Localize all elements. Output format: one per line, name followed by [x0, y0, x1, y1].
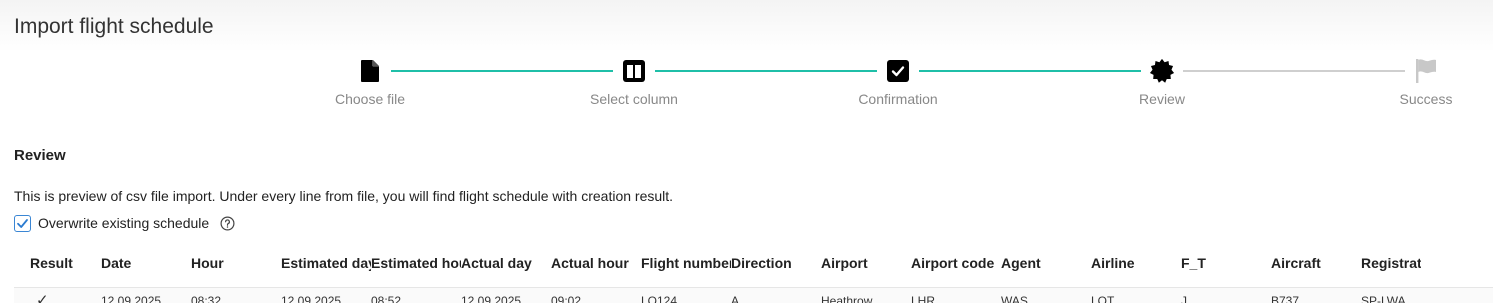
review-description: This is preview of csv file import. Unde… — [14, 188, 674, 204]
flag-icon — [1413, 58, 1439, 84]
table-cell: LO124 — [641, 294, 678, 303]
table-row[interactable]: ✓ 12.09.2025 08:32 12.09.2025 08:52 12.0… — [14, 287, 1493, 303]
table-cell: B737 — [1271, 294, 1300, 303]
check-square-icon — [885, 58, 911, 84]
column-header[interactable]: Agent — [1001, 255, 1091, 271]
step-label: Choose file — [334, 91, 406, 107]
table-cell: 08:32 — [191, 294, 222, 303]
checkmark-icon — [17, 218, 28, 228]
badge-icon — [1149, 58, 1175, 84]
table-cell: Heathrow — [821, 294, 873, 303]
column-header[interactable]: Date — [101, 255, 191, 271]
column-header[interactable]: Airport — [821, 255, 911, 271]
step-success: Success — [1356, 56, 1493, 107]
column-header[interactable]: Actual hour — [551, 255, 641, 271]
overwrite-checkbox[interactable] — [14, 214, 31, 232]
column-header[interactable]: Result — [14, 255, 101, 271]
step-label: Confirmation — [858, 91, 938, 107]
result-cell: ✓ — [36, 294, 49, 303]
column-header[interactable]: Airline — [1091, 255, 1181, 271]
table-cell: LHR — [911, 294, 936, 303]
step-select-column: Select column — [564, 56, 704, 107]
column-header[interactable]: Registration — [1361, 255, 1421, 271]
file-icon — [357, 58, 383, 84]
overwrite-existing-schedule[interactable]: Overwrite existing schedule — [14, 214, 235, 232]
columns-icon — [621, 58, 647, 84]
table-cell: LOT — [1091, 294, 1115, 303]
import-stepper: Choose file Select column Confirmation R… — [0, 56, 1493, 116]
column-header[interactable]: Estimated day — [281, 255, 371, 271]
step-choose-file: Choose file — [300, 56, 440, 107]
column-header[interactable]: Airport code — [911, 255, 1001, 271]
step-label: Select column — [590, 91, 678, 107]
overwrite-label: Overwrite existing schedule — [38, 215, 210, 231]
table-cell: WAS — [1001, 294, 1028, 303]
column-header[interactable]: Direction — [731, 255, 821, 271]
step-label: Review — [1139, 91, 1185, 107]
table-cell: J — [1181, 294, 1187, 303]
table-cell: A — [731, 294, 740, 303]
step-review: Review — [1092, 56, 1232, 107]
column-header[interactable]: Hour — [191, 255, 281, 271]
table-cell: SP-LWA — [1361, 294, 1406, 303]
column-header[interactable]: Actual day — [461, 255, 551, 271]
column-header[interactable]: F_T — [1181, 255, 1271, 271]
table-cell: 08:52 — [371, 294, 402, 303]
column-header[interactable]: Estimated hour — [371, 255, 461, 271]
table-header: Result Date Hour Estimated day Estimated… — [14, 245, 1493, 281]
column-header[interactable]: Aircraft — [1271, 255, 1361, 271]
step-confirmation: Confirmation — [828, 56, 968, 107]
page-header: Import flight schedule — [0, 0, 1493, 52]
table-cell: 12.09.2025 — [281, 294, 342, 303]
review-heading: Review — [14, 147, 66, 164]
page-title: Import flight schedule — [14, 15, 214, 38]
table-cell: 12.09.2025 — [461, 294, 522, 303]
column-header[interactable]: Flight number — [641, 255, 731, 271]
step-label: Success — [1399, 91, 1453, 107]
table-cell: 09:02 — [551, 294, 582, 303]
help-icon[interactable] — [220, 215, 235, 231]
table-cell: 12.09.2025 — [101, 294, 162, 303]
